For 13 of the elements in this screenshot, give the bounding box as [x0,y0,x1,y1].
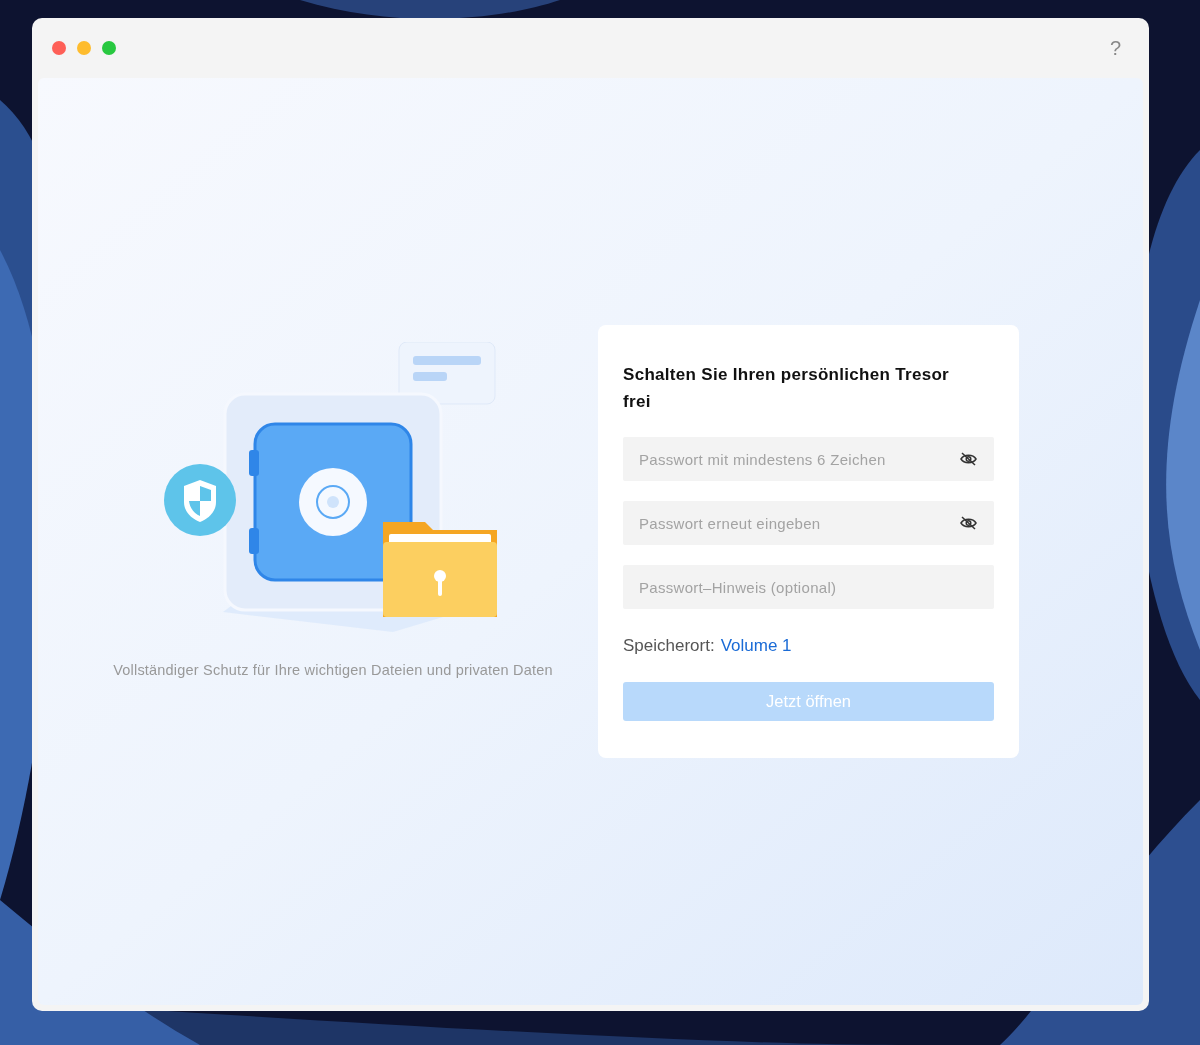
close-button[interactable] [52,41,66,55]
input-field[interactable]: Passwort–Hinweis (optional) [623,565,994,610]
location-link[interactable]: Volume 1 [720,633,792,659]
maximize-button[interactable] [102,41,116,55]
caption-text: Vollständiger Schutz für Ihre wichtigen Dateien und privaten Daten [113,660,553,680]
location-label: Speicherort: [623,635,715,658]
input-field[interactable]: Passwort erneut eingeben [623,501,994,546]
form-title: Schalten Sie Ihren persönlichen Tresor frei [623,364,950,414]
input-field[interactable]: Passwort mit mindestens 6 Zeichen [623,437,994,482]
eye-slash-icon[interactable] [960,452,977,467]
minimize-button[interactable] [77,41,91,55]
help-button[interactable]: ? [1109,33,1121,63]
eye-slash-icon[interactable] [960,516,977,531]
